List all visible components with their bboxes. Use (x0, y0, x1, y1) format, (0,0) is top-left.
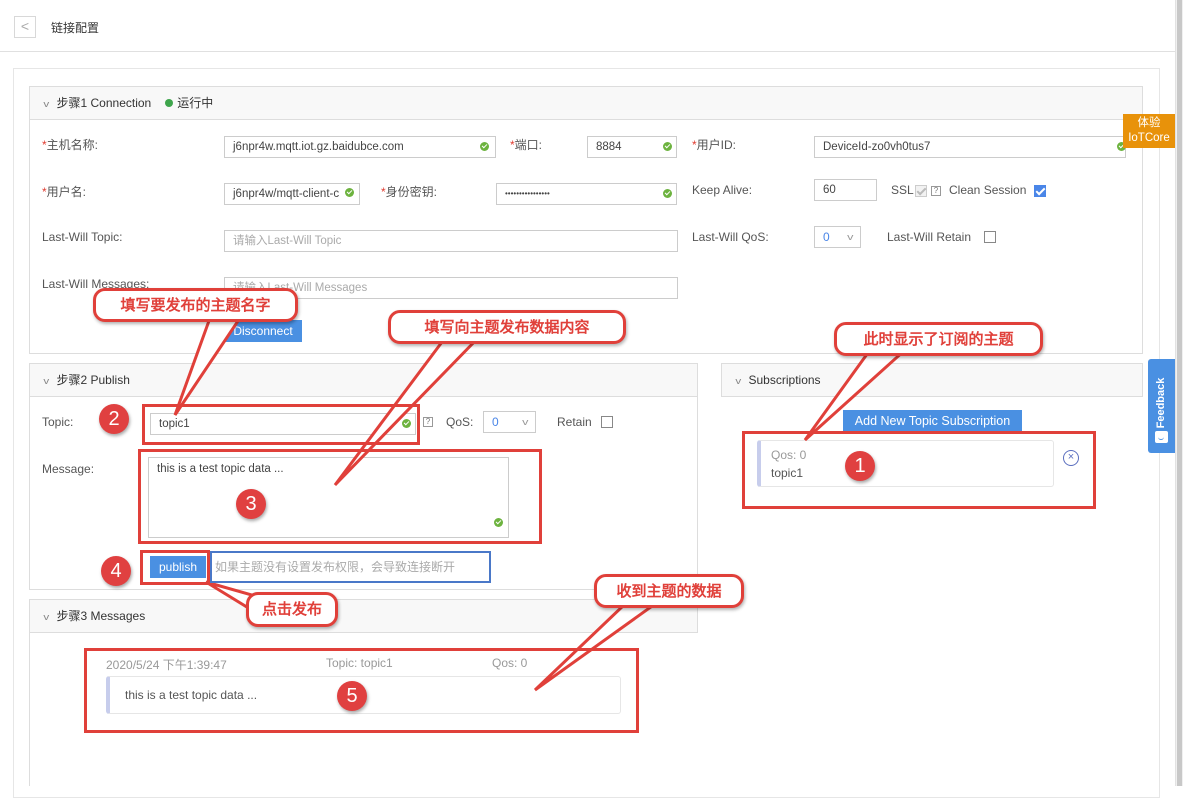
chevron-down-icon: v (43, 376, 50, 386)
callout-message-content: 填写向主题发布数据内容 (388, 310, 626, 344)
page-title: 链接配置 (51, 21, 100, 35)
valid-check-icon (480, 142, 489, 151)
username-label: *用户名: (42, 185, 87, 199)
secret-input[interactable]: •••••••••••••••• (496, 183, 677, 205)
ssl-label: SSL (891, 183, 914, 197)
lw-qos-select[interactable]: 0v (814, 226, 861, 248)
chevron-down-icon: v (43, 99, 50, 109)
port-label: *端口: (510, 138, 543, 152)
lw-qos-label: Last-Will QoS: (692, 230, 769, 244)
step3-title: 步骤3 Messages (56, 609, 146, 623)
status-dot-icon (165, 98, 174, 107)
keepalive-label: Keep Alive: (692, 183, 753, 197)
chevron-down-icon: v (521, 417, 528, 427)
userid-input[interactable]: DeviceId-zo0vh0tus7 (814, 136, 1126, 158)
chevron-left-icon: < (20, 18, 30, 34)
highlight-subscription (742, 431, 1096, 509)
lw-topic-input[interactable]: 请输入Last-Will Topic (224, 230, 678, 252)
help-icon[interactable]: ? (423, 417, 433, 427)
top-bar (0, 0, 1175, 52)
valid-check-icon (663, 142, 672, 151)
lw-topic-label: Last-Will Topic: (42, 230, 123, 244)
userid-label: *用户ID: (692, 138, 737, 152)
highlight-message (138, 449, 542, 544)
username-input[interactable]: j6npr4w/mqtt-client-c (224, 183, 360, 205)
step-badge-3: 3 (236, 489, 266, 519)
callout-subscribed-topic: 此时显示了订阅的主题 (834, 322, 1043, 356)
step3-body-edge (29, 632, 30, 786)
lw-retain-label: Last-Will Retain (887, 230, 972, 244)
chevron-down-icon: v (43, 612, 50, 622)
keepalive-input[interactable]: 60 (814, 179, 877, 201)
feedback-label: Feedback (1155, 377, 1167, 429)
qos-label: QoS: (446, 415, 474, 429)
host-label: *主机名称: (42, 138, 99, 152)
clean-session-checkbox[interactable] (1034, 185, 1046, 197)
feedback-tab[interactable]: Feedback (1148, 359, 1175, 453)
message-label: Message: (42, 462, 95, 476)
lw-retain-checkbox[interactable] (984, 231, 996, 243)
add-subscription-button[interactable]: Add New Topic Subscription (843, 410, 1022, 432)
subscriptions-title: Subscriptions (748, 373, 821, 387)
step1-header[interactable]: v 步骤1 Connection 运行中 (29, 86, 1143, 120)
connection-status: 运行中 (177, 96, 214, 110)
chevron-down-icon: v (846, 232, 853, 242)
back-button[interactable]: < (14, 16, 36, 38)
disconnect-button[interactable]: Disconnect (224, 320, 302, 342)
highlight-publish (140, 550, 210, 585)
highlight-topic (142, 404, 420, 445)
callout-received-data: 收到主题的数据 (594, 574, 744, 608)
host-input[interactable]: j6npr4w.mqtt.iot.gz.baidubce.com (224, 136, 496, 158)
scrollbar-thumb[interactable] (1177, 0, 1182, 786)
step-badge-1: 1 (845, 451, 875, 481)
step2-header[interactable]: v 步骤2 Publish (29, 363, 698, 397)
retain-label: Retain (557, 415, 592, 429)
clean-session-label: Clean Session (949, 183, 1027, 197)
callout-click-publish: 点击发布 (246, 592, 338, 627)
valid-check-icon (663, 189, 672, 198)
step1-title: 步骤1 Connection (56, 96, 152, 110)
callout-topic-name: 填写要发布的主题名字 (93, 288, 298, 322)
subscriptions-header[interactable]: v Subscriptions (721, 363, 1143, 397)
topic-label: Topic: (42, 415, 74, 429)
step-badge-2: 2 (99, 404, 129, 434)
secret-label: *身份密钥: (381, 185, 438, 199)
qos-select[interactable]: 0v (483, 411, 536, 433)
ssl-checkbox[interactable] (915, 185, 927, 197)
highlight-hint (210, 551, 491, 583)
step2-title: 步骤2 Publish (56, 373, 130, 387)
feedback-smile-icon (1155, 431, 1168, 443)
retain-checkbox[interactable] (601, 416, 613, 428)
step-badge-4: 4 (101, 556, 131, 586)
step-badge-5: 5 (337, 681, 367, 711)
valid-check-icon (345, 188, 354, 197)
chevron-down-icon: v (735, 376, 742, 386)
iotcore-trial-badge[interactable]: 体验 IoTCore (1123, 114, 1175, 148)
help-icon[interactable]: ? (931, 186, 941, 196)
